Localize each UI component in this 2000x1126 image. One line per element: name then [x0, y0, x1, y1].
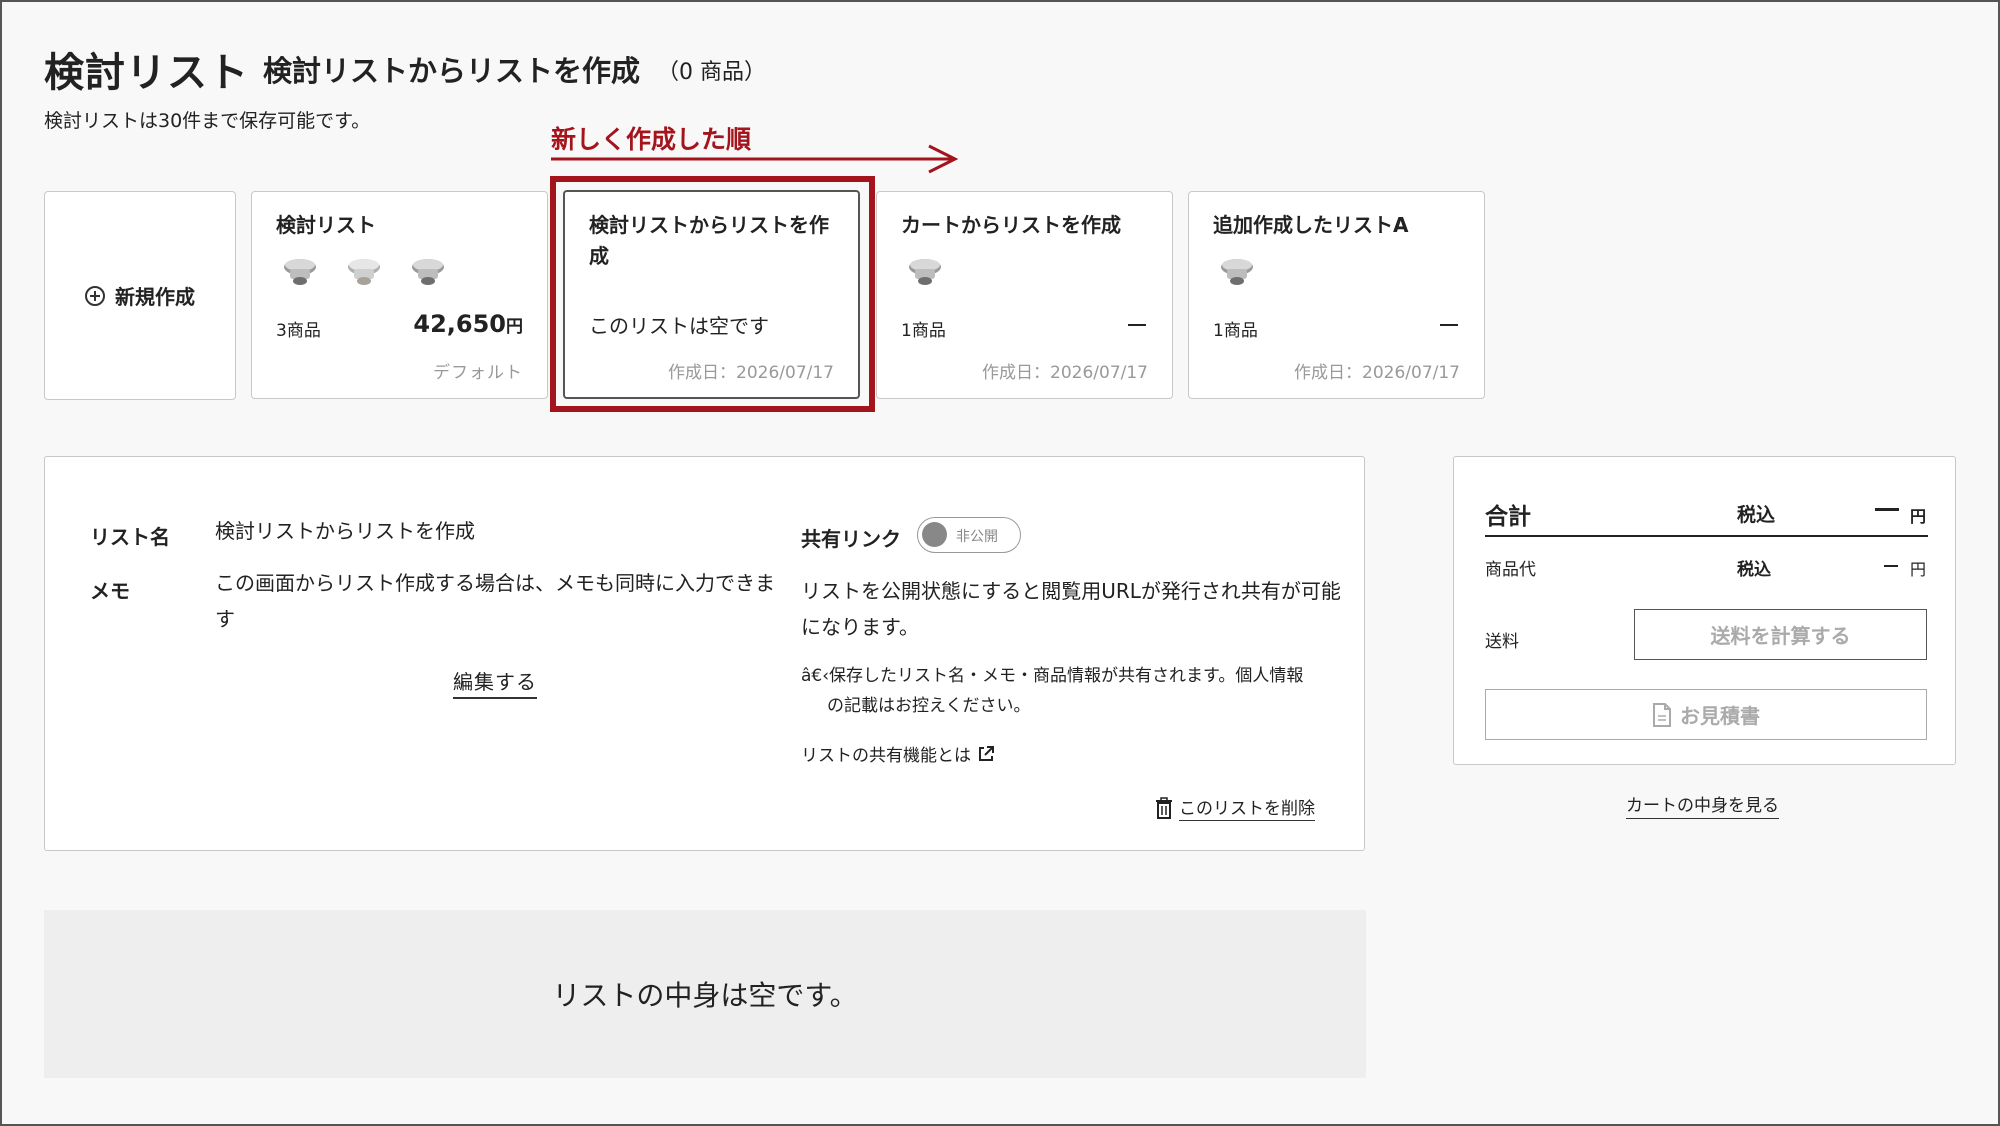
order-summary-panel: 合計 税込 円 商品代 税込 円 送料 送料を計算する お見積書 [1453, 456, 1956, 765]
share-note: â€‹保存したリスト名・メモ・商品情報が共有されます。個人情報 の記載はお控えく… [801, 666, 1304, 716]
memo-label: メモ [90, 579, 130, 603]
list-card-additional[interactable]: 追加作成したリストA 1商品 作成日：2026/07/17 [1188, 191, 1485, 399]
list-card-title: 追加作成したリストA [1213, 213, 1409, 237]
list-item-count: （0 商品） [657, 60, 766, 85]
product-thumbnail [282, 255, 318, 289]
price-empty-dash [1440, 324, 1458, 326]
product-thumbnail [907, 255, 943, 289]
item-cost-label: 商品代 [1485, 560, 1536, 580]
total-tax-label: 税込 [1737, 504, 1776, 526]
external-link-icon [979, 745, 994, 761]
product-thumbnails [907, 255, 943, 289]
product-thumbnail [346, 255, 382, 289]
list-subtitle: 検討リストからリストを作成 [263, 54, 641, 88]
toggle-knob [922, 522, 947, 547]
edit-link[interactable]: 編集する [453, 666, 537, 699]
view-cart-link[interactable]: カートの中身を見る [1626, 791, 1779, 819]
list-card-title: カートからリストを作成 [901, 213, 1121, 237]
calculate-shipping-button[interactable]: 送料を計算する [1634, 609, 1927, 660]
annotation-highlight-box [550, 176, 875, 412]
list-card-date: 作成日：2026/07/17 [1294, 363, 1460, 383]
list-card-count: 1商品 [901, 321, 946, 341]
document-icon [1653, 702, 1671, 727]
item-tax-label: 税込 [1737, 560, 1771, 580]
share-toggle[interactable]: 非公開 [917, 517, 1021, 553]
list-name-label: リスト名 [90, 525, 170, 549]
storage-note: 検討リストは30件まで保存可能です。 [44, 110, 371, 132]
item-empty-dash [1884, 565, 1898, 567]
product-thumbnail [1219, 255, 1255, 289]
total-label: 合計 [1485, 504, 1531, 530]
list-card-count: 3商品 [276, 321, 321, 341]
arrow-right-icon [551, 144, 959, 174]
product-thumbnail [410, 255, 446, 289]
list-card-price: 42,650円 [413, 310, 523, 338]
new-list-label: 新規作成 [115, 285, 195, 309]
total-yen: 円 [1910, 507, 1927, 526]
summary-divider [1485, 535, 1928, 537]
page-title: 検討リスト [44, 50, 249, 96]
share-link-label: 共有リンク [801, 527, 901, 551]
default-badge: デフォルト [433, 363, 523, 383]
plus-circle-icon [85, 285, 105, 306]
shipping-label: 送料 [1485, 632, 1519, 652]
list-card-title: 検討リスト [276, 213, 376, 237]
new-list-button[interactable]: 新規作成 [44, 191, 236, 400]
list-card-default[interactable]: 検討リスト 3商品 42,650円 デフォルト [251, 191, 548, 399]
quote-button[interactable]: お見積書 [1485, 689, 1927, 740]
list-contents-empty: リストの中身は空です。 [44, 910, 1366, 1078]
delete-list-link[interactable]: このリストを削除 [1155, 794, 1315, 821]
memo-value: この画面からリスト作成する場合は、メモも同時に入力できます [215, 571, 775, 631]
share-description: リストを公開状態にすると閲覧用URLが発行され共有が可能になります。 [801, 579, 1341, 639]
empty-message: リストの中身は空です。 [552, 979, 858, 1012]
list-name-value: 検討リストからリストを作成 [215, 519, 475, 543]
total-empty-dash [1875, 508, 1899, 511]
price-empty-dash [1128, 324, 1146, 326]
list-card-count: 1商品 [1213, 321, 1258, 341]
list-detail-panel: リスト名 検討リストからリストを作成 メモ この画面からリスト作成する場合は、メ… [44, 456, 1365, 851]
product-thumbnails [1219, 255, 1255, 289]
item-yen: 円 [1910, 560, 1927, 579]
toggle-status-text: 非公開 [956, 529, 998, 545]
trash-icon [1156, 796, 1172, 819]
list-card-date: 作成日：2026/07/17 [982, 363, 1148, 383]
product-thumbnails [282, 255, 446, 289]
list-card-from-cart[interactable]: カートからリストを作成 1商品 作成日：2026/07/17 [876, 191, 1173, 399]
share-about-link[interactable]: リストの共有機能とは [801, 741, 995, 766]
